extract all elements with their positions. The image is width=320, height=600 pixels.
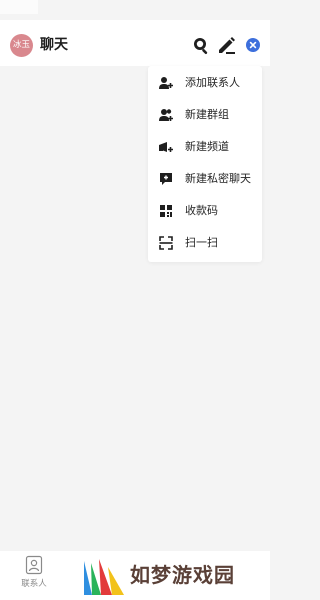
watermark: 如梦游戏园: [76, 553, 270, 600]
menu-item-scan[interactable]: 扫一扫: [148, 227, 262, 259]
dropdown-menu: 添加联系人 新建群组 新建频道 新建私密聊天 收款码 扫一扫: [148, 66, 262, 262]
payment-code-icon: [158, 203, 174, 219]
menu-item-new-channel[interactable]: 新建频道: [148, 131, 262, 163]
page-title: 聊天: [40, 37, 68, 53]
contacts-icon: [25, 555, 43, 575]
menu-item-label: 新建私密聊天: [185, 172, 251, 185]
close-icon[interactable]: [241, 33, 265, 57]
status-bar-blur: [0, 0, 38, 14]
app-header: 冰玉 聊天: [0, 20, 270, 66]
status-bar: [0, 0, 270, 20]
search-icon[interactable]: [189, 33, 213, 57]
private-chat-icon: [158, 171, 174, 187]
menu-item-private-chat[interactable]: 新建私密聊天: [148, 163, 262, 195]
menu-item-payment-code[interactable]: 收款码: [148, 195, 262, 227]
menu-item-label: 扫一扫: [185, 236, 218, 249]
watermark-text: 如梦游戏园: [130, 563, 235, 587]
menu-item-add-contact[interactable]: 添加联系人: [148, 67, 262, 99]
tab-label: 联系人: [21, 579, 47, 589]
avatar[interactable]: 冰玉: [10, 34, 33, 57]
scan-icon: [158, 235, 174, 251]
menu-item-new-group[interactable]: 新建群组: [148, 99, 262, 131]
new-group-icon: [158, 107, 174, 123]
edit-icon[interactable]: [214, 33, 238, 57]
add-contact-icon: [158, 75, 174, 91]
menu-item-label: 收款码: [185, 204, 218, 217]
tab-contacts[interactable]: 联系人: [13, 554, 55, 596]
new-channel-icon: [158, 139, 174, 155]
watermark-logo-icon: [80, 555, 126, 597]
menu-item-label: 添加联系人: [185, 76, 240, 89]
menu-item-label: 新建群组: [185, 108, 229, 121]
menu-item-label: 新建频道: [185, 140, 229, 153]
